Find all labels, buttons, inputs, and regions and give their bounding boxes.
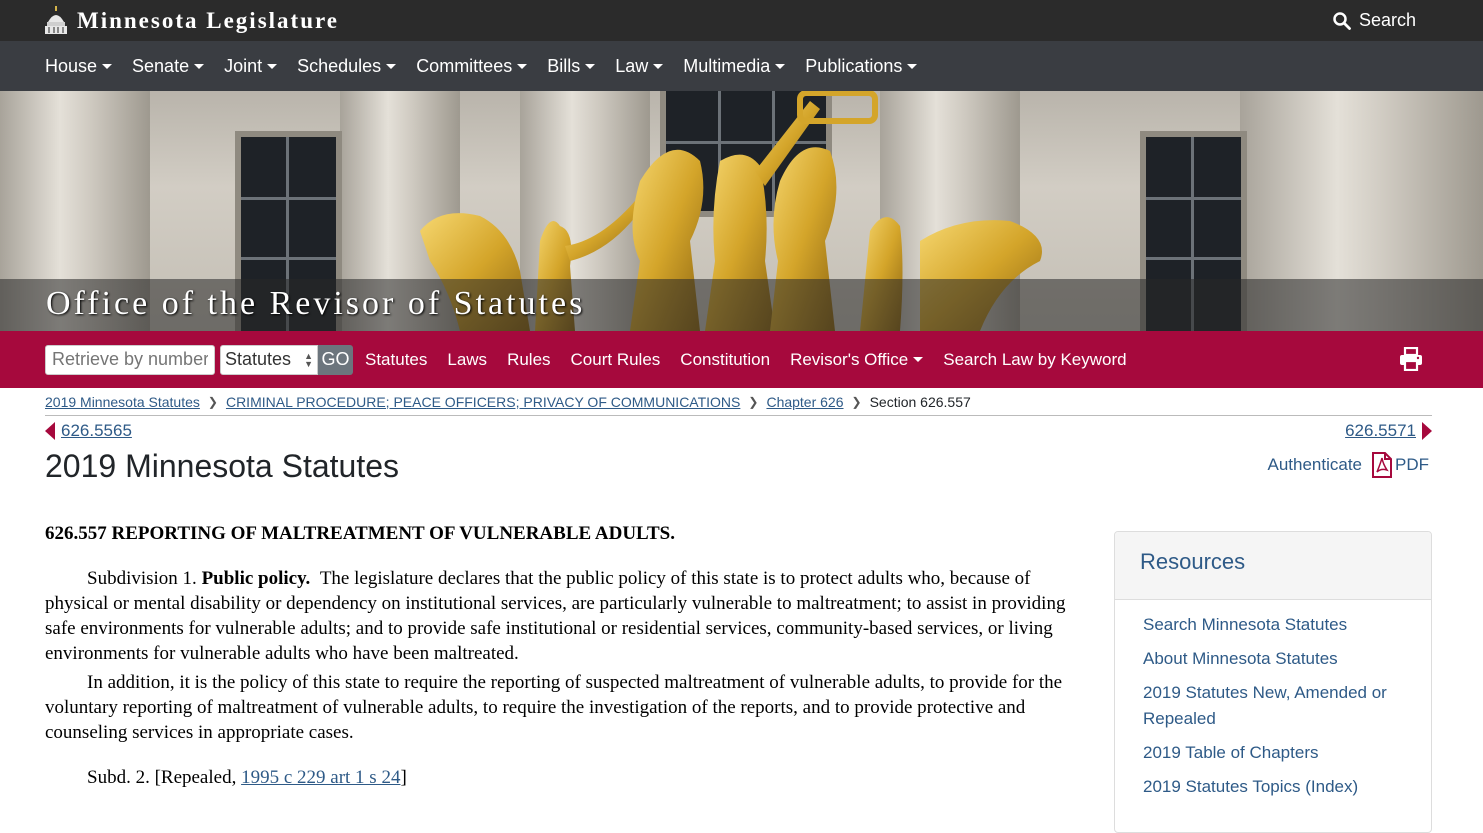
nav-multimedia[interactable]: Multimedia <box>683 55 786 77</box>
resources-list: Search Minnesota Statutes About Minnesot… <box>1115 600 1431 800</box>
next-label: 626.5571 <box>1345 421 1416 440</box>
pdf-icon <box>1372 452 1392 478</box>
arrow-right-icon <box>1422 422 1432 440</box>
main-nav: House Senate Joint Schedules Committees … <box>0 41 1483 91</box>
chevron-right-icon: ❯ <box>851 394 862 409</box>
nav-publications[interactable]: Publications <box>805 55 918 77</box>
subdivision-1: Subdivision 1. Public policy. The legisl… <box>45 566 1085 666</box>
nav-label: Bills <box>547 55 581 76</box>
search-icon <box>1333 11 1351 30</box>
document-type-select[interactable]: Statutes ▲ ▼ <box>220 344 318 375</box>
subd1-title: Public policy. <box>201 568 311 589</box>
caret-down-icon <box>913 357 924 362</box>
breadcrumb: 2019 Minnesota Statutes ❯ CRIMINAL PROCE… <box>45 388 1432 416</box>
nav-joint[interactable]: Joint <box>224 55 278 77</box>
pdf-label: PDF <box>1395 455 1429 474</box>
resource-link-new-amended[interactable]: 2019 Statutes New, Amended or Repealed <box>1143 680 1411 732</box>
subdivision-2: Subd. 2. [Repealed, 1995 c 229 art 1 s 2… <box>45 765 1085 790</box>
nav-label: Multimedia <box>683 55 771 76</box>
caret-down-icon <box>585 63 596 69</box>
hero-banner: Office of the Revisor of Statutes <box>0 91 1483 331</box>
section-heading: 626.557 REPORTING OF MALTREATMENT OF VUL… <box>45 523 675 544</box>
toolbar-link-search-law[interactable]: Search Law by Keyword <box>943 350 1126 370</box>
subd2-suffix: ] <box>400 767 407 788</box>
session-law-link[interactable]: 1995 c 229 art 1 s 24 <box>241 767 400 788</box>
resources-panel: Resources Search Minnesota Statutes Abou… <box>1114 531 1432 833</box>
caret-down-icon <box>102 63 113 69</box>
nav-label: House <box>45 55 98 76</box>
top-bar: Minnesota Legislature Search <box>0 0 1483 41</box>
prev-label: 626.5565 <box>61 421 132 440</box>
caret-down-icon <box>267 63 278 69</box>
page-title: 2019 Minnesota Statutes <box>45 448 400 484</box>
page-header: 2019 Minnesota Statutes Authenticate PDF <box>45 446 1432 485</box>
search-label: Search <box>1358 10 1416 30</box>
top-search-button[interactable]: Search <box>1333 10 1416 31</box>
nav-senate[interactable]: Senate <box>132 55 205 77</box>
prev-section-link[interactable]: 626.5565 <box>45 421 132 441</box>
statute-text: 626.557 REPORTING OF MALTREATMENT OF VUL… <box>45 521 1085 794</box>
nav-house[interactable]: House <box>45 55 113 77</box>
capitol-dome-icon <box>45 5 67 34</box>
authenticate-link[interactable]: Authenticate <box>1267 455 1362 475</box>
subd1-text: The legislature declares that the public… <box>45 568 1066 664</box>
policy-paragraph: In addition, it is the policy of this st… <box>45 672 1063 743</box>
toolbar-link-rules[interactable]: Rules <box>507 350 550 370</box>
caret-down-icon <box>386 63 397 69</box>
subd2-prefix: Subd. 2. [Repealed, <box>87 767 242 788</box>
section-pager: 626.5565 626.5571 <box>45 416 1432 446</box>
print-icon[interactable] <box>1399 347 1423 371</box>
breadcrumb-link-chapter[interactable]: Chapter 626 <box>766 394 843 410</box>
nav-label: Publications <box>805 55 903 76</box>
toolbar-link-statutes[interactable]: Statutes <box>365 350 427 370</box>
nav-schedules[interactable]: Schedules <box>297 55 397 77</box>
nav-label: Law <box>615 55 649 76</box>
nav-bills[interactable]: Bills <box>547 55 596 77</box>
select-arrows-icon: ▲ ▼ <box>304 350 313 369</box>
link-label: Revisor's Office <box>790 349 909 369</box>
toolbar-link-constitution[interactable]: Constitution <box>680 350 770 370</box>
nav-label: Committees <box>416 55 513 76</box>
nav-law[interactable]: Law <box>615 55 664 77</box>
resource-link-table-of-chapters[interactable]: 2019 Table of Chapters <box>1143 740 1411 766</box>
breadcrumb-current: Section 626.557 <box>869 393 971 410</box>
caret-down-icon <box>775 63 786 69</box>
toolbar-link-laws[interactable]: Laws <box>447 350 487 370</box>
toolbar-link-court-rules[interactable]: Court Rules <box>571 350 661 370</box>
chevron-right-icon: ❯ <box>748 394 759 409</box>
document-actions: Authenticate PDF <box>1267 452 1429 478</box>
caret-down-icon <box>653 63 664 69</box>
arrow-left-icon <box>45 422 55 440</box>
nav-committees[interactable]: Committees <box>416 55 528 77</box>
nav-label: Joint <box>224 55 263 76</box>
select-value: Statutes <box>225 349 292 369</box>
caret-down-icon <box>907 63 918 69</box>
hero-title: Office of the Revisor of Statutes <box>46 285 586 322</box>
resource-link-topics-index[interactable]: 2019 Statutes Topics (Index) <box>1143 774 1411 800</box>
caret-down-icon <box>194 63 205 69</box>
breadcrumb-link-statutes[interactable]: 2019 Minnesota Statutes <box>45 394 200 410</box>
pdf-link[interactable]: PDF <box>1372 452 1429 478</box>
nav-label: Schedules <box>297 55 382 76</box>
site-brand[interactable]: Minnesota Legislature <box>45 5 339 36</box>
toolbar-link-revisors-office[interactable]: Revisor's Office <box>790 349 924 370</box>
resources-title: Resources <box>1115 532 1431 600</box>
caret-down-icon <box>517 63 528 69</box>
statutes-toolbar: Statutes ▲▼ GO Statutes Laws Rules Court… <box>0 331 1483 388</box>
next-section-link[interactable]: 626.5571 <box>1345 421 1432 441</box>
go-button[interactable]: GO <box>318 344 353 375</box>
nav-label: Senate <box>132 55 190 76</box>
retrieve-by-number-input[interactable] <box>45 344 215 375</box>
brand-name: Minnesota Legislature <box>77 7 339 33</box>
resource-link-about[interactable]: About Minnesota Statutes <box>1143 646 1411 672</box>
chevron-right-icon: ❯ <box>207 394 218 409</box>
subd1-label: Subdivision 1. <box>87 568 197 589</box>
breadcrumb-link-criminal-procedure[interactable]: CRIMINAL PROCEDURE; PEACE OFFICERS; PRIV… <box>226 394 740 410</box>
resource-link-search[interactable]: Search Minnesota Statutes <box>1143 612 1411 638</box>
